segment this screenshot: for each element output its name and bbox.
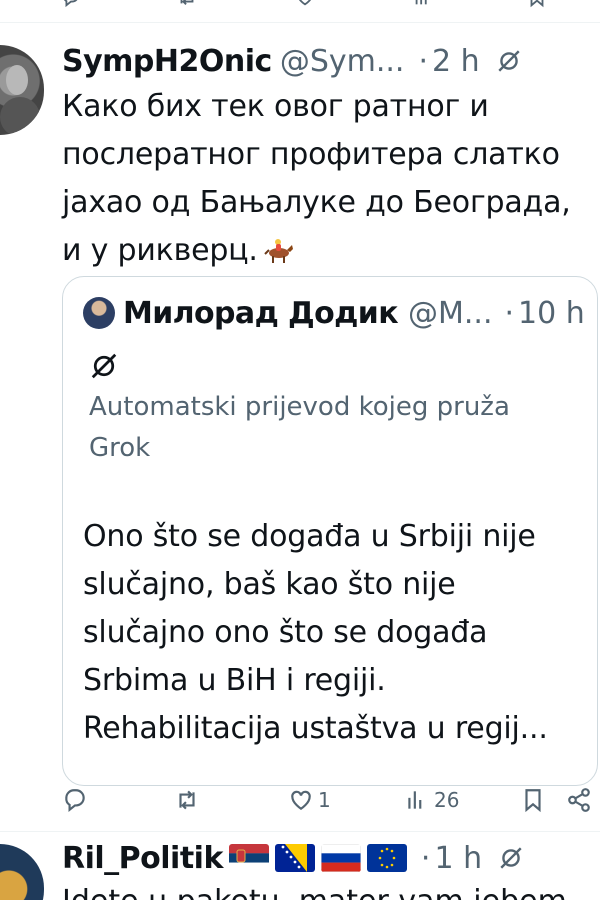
quoted-text-line: Ono što se događa u Srbiji nije <box>83 519 536 554</box>
quoted-timestamp: 10 h <box>518 295 585 331</box>
translation-note-line: Automatski prijevod kojeg pruža <box>89 392 510 422</box>
translation-note[interactable]: Automatski prijevod kojeg pruža Grok <box>89 387 589 469</box>
avatar[interactable] <box>0 45 44 135</box>
tweet[interactable]: Ril_Politik · 1 h Idete u paketu, mater … <box>0 832 600 900</box>
translation-note-line: Grok <box>89 433 151 463</box>
tweet-header: SympH2Onic @Sym... · 2 h <box>62 41 522 81</box>
reply-icon[interactable] <box>60 0 82 8</box>
avatar[interactable] <box>0 844 44 900</box>
quoted-tweet-header: Милорад Додик @M... · 10 h <box>83 291 585 335</box>
views-count: 26 <box>434 788 460 812</box>
retweet-icon <box>179 790 195 810</box>
tweet-actions: 1 26 <box>62 780 598 820</box>
tweet-text-line: Како бих тек овог ратног и <box>62 89 489 124</box>
serbia-flag-icon <box>228 844 269 872</box>
bosnia-flag-icon <box>274 844 315 872</box>
quoted-author-handle: @M... <box>408 295 493 331</box>
like-button[interactable]: 1 <box>288 780 331 820</box>
horse-racing-emoji-icon <box>264 239 293 263</box>
reply-icon <box>65 789 85 813</box>
russia-flag-icon <box>320 844 361 872</box>
quoted-tweet[interactable]: Милорад Додик @M... · 10 h Automatski pr… <box>62 276 598 786</box>
separator: · <box>504 295 515 331</box>
grok-icon <box>91 353 117 379</box>
views-icon[interactable] <box>412 0 434 8</box>
bookmark-icon[interactable] <box>526 0 548 8</box>
author-handle[interactable]: @Sym... <box>280 44 405 79</box>
views-icon <box>408 791 422 809</box>
like-icon[interactable] <box>294 0 316 8</box>
share-button[interactable] <box>566 780 592 820</box>
quoted-avatar <box>83 297 115 329</box>
grok-icon[interactable] <box>498 845 524 871</box>
reply-button[interactable] <box>62 780 92 820</box>
retweet-button[interactable] <box>174 780 204 820</box>
quoted-text-line: slučajno ono što se događa <box>83 615 488 650</box>
tweet[interactable]: SympH2Onic @Sym... · 2 h Како бих тек ов… <box>0 23 600 831</box>
tweet-text-line: послератног профитера слатко <box>62 137 560 172</box>
separator: · <box>418 43 428 79</box>
like-count: 1 <box>318 788 331 812</box>
tweet-text: Како бих тек овог ратног и послератног п… <box>62 83 592 275</box>
heart-icon <box>291 790 311 810</box>
bookmark-button[interactable] <box>520 780 546 820</box>
views-button[interactable]: 26 <box>404 780 459 820</box>
eu-flag-icon <box>366 844 407 872</box>
tweet-text-line-last: и у рикверц. <box>62 227 592 275</box>
previous-tweet-actions <box>0 0 600 12</box>
author-name[interactable]: SympH2Onic <box>62 44 272 79</box>
tweet-text-fragment: и у рикверц. <box>62 233 258 268</box>
bookmark-icon <box>525 789 541 813</box>
share-icon <box>568 788 590 812</box>
quoted-text-line: Srbima u BiH i regiji. <box>83 663 386 698</box>
quoted-author-name: Милорад Додик <box>123 295 399 331</box>
tweet-text-line: јахао од Бањалуке до Београда, <box>62 185 571 220</box>
retweet-icon[interactable] <box>176 0 198 8</box>
timestamp[interactable]: 2 h <box>432 44 480 79</box>
quoted-text-line: Rehabilitacija ustaštva u regij... <box>83 711 548 746</box>
timestamp[interactable]: 1 h <box>434 841 482 876</box>
tweet-header: Ril_Politik · 1 h <box>62 838 524 878</box>
grok-icon[interactable] <box>496 48 522 74</box>
tweet-text: Idete u paketu, mater vam jebem <box>62 882 567 900</box>
quoted-tweet-text: Ono što se događa u Srbiji nije slučajno… <box>83 513 593 753</box>
separator: · <box>420 840 431 876</box>
author-name[interactable]: Ril_Politik <box>62 841 223 876</box>
quoted-text-line: slučajno, baš kao što nije <box>83 567 456 602</box>
